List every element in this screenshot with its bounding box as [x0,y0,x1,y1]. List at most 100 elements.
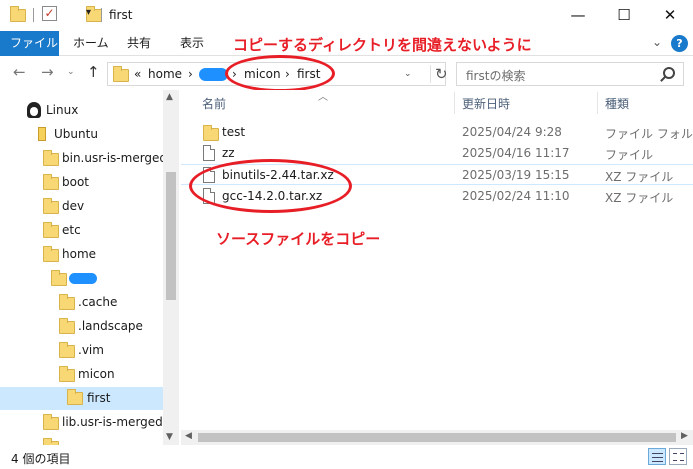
tree-item-cache[interactable]: .cache [59,292,159,314]
tree-item-label: first [87,391,111,405]
address-bar[interactable]: « home › › micon › first ⌄ ↻ [107,62,448,86]
breadcrumb-home[interactable]: home [148,67,182,81]
file-row-binutils[interactable]: binutils-2.44.tar.xz 2025/03/19 15:15 XZ… [181,164,693,185]
annotation-copy-directory: コピーするディレクトリを間違えないように [233,36,532,54]
scroll-left-icon[interactable]: ◀ [185,431,192,441]
status-bar: 4 個の項目 [0,445,693,469]
tree-item-user[interactable] [51,268,161,290]
refresh-icon[interactable]: ↻ [430,65,448,83]
maximize-button[interactable]: ☐ [601,0,647,31]
tree-item-ubuntu[interactable]: Ubuntu [35,124,165,146]
sort-ascending-icon: ︿ [318,92,328,103]
help-icon[interactable]: ? [671,35,688,52]
scrollbar-thumb[interactable] [166,172,176,300]
column-header-name[interactable]: 名前 [202,95,226,112]
folder-icon [10,6,26,22]
properties-icon[interactable]: ✓ [42,6,57,21]
tree-item-label: etc [62,223,81,237]
tree-item-first[interactable]: first [0,387,163,410]
folder-icon [59,366,75,382]
scroll-up-icon[interactable]: ▲ [166,92,173,102]
scroll-right-icon[interactable]: ▶ [681,431,688,441]
tree-item-label: micon [78,367,115,381]
ubuntu-icon [38,127,46,141]
tab-view[interactable]: 表示 [168,31,216,56]
tree-item-boot[interactable]: boot [43,172,163,194]
column-header-type[interactable]: 種類 [605,95,629,112]
tree-item-bin-usr-is-merged[interactable]: bin.usr-is-merged [43,148,167,170]
address-dropdown-icon[interactable]: ⌄ [404,69,412,79]
tree-item-label: .cache [78,295,118,309]
up-arrow-icon[interactable]: ↑ [87,63,100,81]
tree-item-partial[interactable] [43,436,163,445]
file-name: gcc-14.2.0.tar.xz [222,189,323,203]
tree-item-home[interactable]: home [43,244,163,266]
linux-icon [27,102,41,118]
title-bar: ✓ ▾ first — ☐ ✕ [0,0,693,31]
document-icon [203,167,215,183]
tree-item-vim[interactable]: .vim [59,340,159,362]
back-arrow-icon[interactable]: ← [13,63,26,81]
tree-item-lib-usr-is-merged[interactable]: lib.usr-is-merged [43,412,163,434]
file-modified: 2025/02/24 11:10 [462,189,570,203]
search-input[interactable]: firstの検索 [466,67,525,84]
tree-item-etc[interactable]: etc [43,220,163,242]
folder-icon [113,66,129,82]
file-row-gcc[interactable]: gcc-14.2.0.tar.xz 2025/02/24 11:10 XZ ファ… [181,186,693,207]
column-header-modified[interactable]: 更新日時 [462,95,510,112]
column-divider[interactable] [454,92,455,114]
scrollbar-thumb[interactable] [198,433,676,442]
folder-icon [59,294,75,310]
tree-item-dev[interactable]: dev [43,196,163,218]
annotation-copy-source: ソースファイルをコピー [216,230,381,248]
tree-item-landscape[interactable]: .landscape [59,316,159,338]
breadcrumb-separator[interactable]: › [232,67,237,81]
tab-share[interactable]: 共有 [115,31,163,56]
tree-item-label: .landscape [78,319,143,333]
minimize-button[interactable]: — [555,0,601,31]
column-divider[interactable] [597,92,598,114]
file-modified: 2025/04/16 11:17 [462,146,570,160]
breadcrumb-overflow[interactable]: « [134,67,141,81]
tree-item-label: lib.usr-is-merged [62,415,163,429]
nav-pane-scrollbar[interactable]: ▲ ▼ [163,90,179,445]
breadcrumb-separator[interactable]: › [285,67,290,81]
divider [101,8,102,22]
ribbon-expand-icon[interactable]: ⌄ [652,35,662,49]
forward-arrow-icon[interactable]: → [41,63,54,81]
tree-item-label: .vim [78,343,104,357]
file-modified: 2025/04/24 9:28 [462,125,562,139]
tree-item-label: Ubuntu [54,127,98,141]
tab-home[interactable]: ホーム [61,31,121,56]
redacted-username [69,273,97,284]
tree-item-label: bin.usr-is-merged [62,151,168,165]
tree-item-linux[interactable]: Linux [27,100,167,122]
folder-icon [67,389,83,405]
details-view-icon[interactable] [648,448,666,465]
breadcrumb-first[interactable]: first [297,67,320,81]
tab-file[interactable]: ファイル [0,31,59,56]
folder-icon [59,318,75,334]
quick-access-dropdown-icon[interactable]: ▾ [86,7,91,18]
tree-item-label: boot [62,175,90,189]
tree-item-micon[interactable]: micon [59,364,159,386]
search-icon[interactable] [663,67,675,79]
folder-icon [203,125,219,141]
file-list-horizontal-scrollbar[interactable]: ◀ ▶ [181,430,693,445]
breadcrumb-micon[interactable]: micon [244,67,281,81]
item-count: 4 個の項目 [11,452,71,466]
file-row-zz[interactable]: zz 2025/04/16 11:17 ファイル [181,143,693,164]
ribbon: ファイル ホーム 共有 表示 コピーするディレクトリを間違えないように ⌄ [0,31,693,56]
file-row-test[interactable]: test 2025/04/24 9:28 ファイル フォルダー [181,122,693,143]
file-type: ファイル [605,148,654,162]
folder-icon [43,414,59,430]
breadcrumb-separator[interactable]: › [188,67,193,81]
window-title: first [109,8,133,22]
folder-icon [43,198,59,214]
file-type: XZ ファイル [605,191,674,205]
search-box[interactable]: firstの検索 [456,62,684,86]
close-button[interactable]: ✕ [647,0,693,31]
large-icons-view-icon[interactable] [669,448,687,465]
recent-locations-icon[interactable]: ⌄ [67,67,75,77]
scroll-down-icon[interactable]: ▼ [166,432,173,442]
